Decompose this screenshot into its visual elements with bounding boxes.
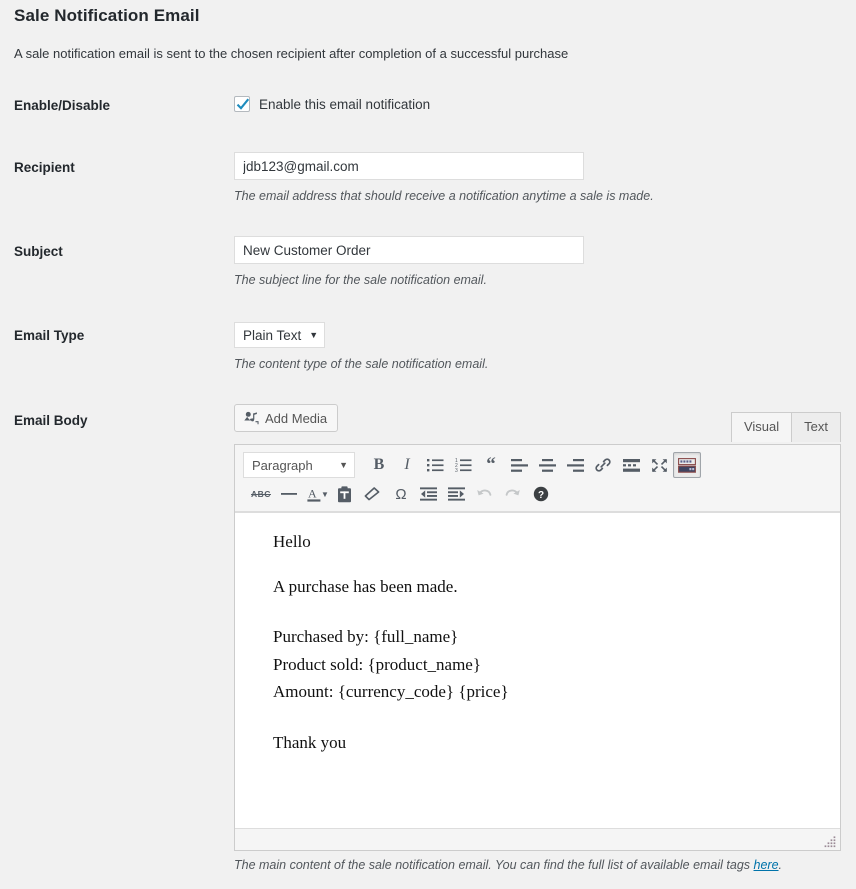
- kitchen-sink-icon: [678, 457, 696, 473]
- indent-button[interactable]: [443, 481, 471, 507]
- toolbar-row-1: Paragraph ▼ B I 1 2 3 “: [243, 451, 832, 479]
- body-paragraph: Hello: [273, 532, 311, 551]
- email-body-help: The main content of the sale notificatio…: [234, 858, 782, 872]
- read-more-icon: [622, 458, 640, 472]
- read-more-button[interactable]: [617, 452, 645, 478]
- add-media-button[interactable]: Add Media: [234, 404, 339, 432]
- kitchen-sink-button[interactable]: [673, 452, 701, 478]
- link-icon: [595, 458, 611, 472]
- resize-handle[interactable]: [824, 835, 837, 848]
- body-paragraph: A purchase has been made.: [273, 577, 458, 596]
- blockquote-icon: “: [486, 454, 496, 476]
- svg-text:?: ?: [538, 490, 544, 501]
- numbered-list-button[interactable]: 1 2 3: [449, 452, 477, 478]
- outdent-button[interactable]: [415, 481, 443, 507]
- blockquote-button[interactable]: “: [477, 452, 505, 478]
- body-paragraph: Purchased by: {full_name}: [273, 627, 459, 646]
- redo-icon: [506, 489, 521, 496]
- email-type-label: Email Type: [14, 328, 85, 343]
- format-select-value: Paragraph: [252, 457, 313, 473]
- clear-formatting-button[interactable]: [359, 481, 387, 507]
- body-paragraph: Product sold: {product_name}: [273, 654, 482, 674]
- chevron-down-icon: ▼: [309, 330, 319, 340]
- recipient-label: Recipient: [14, 160, 75, 175]
- subject-label: Subject: [14, 244, 63, 259]
- fullscreen-button[interactable]: [645, 452, 673, 478]
- special-character-icon: Ω: [395, 485, 407, 503]
- italic-button[interactable]: I: [393, 452, 421, 478]
- editor-top-row: Add Media Visual Text: [234, 404, 841, 444]
- strikethrough-button[interactable]: ABC: [247, 481, 275, 507]
- help-button[interactable]: ?: [527, 481, 555, 507]
- outdent-icon: [420, 487, 438, 501]
- paste-as-text-button[interactable]: [331, 481, 359, 507]
- bold-icon: B: [373, 456, 385, 473]
- email-body-editor: Add Media Visual Text Paragraph ▼ B I 1 …: [234, 404, 841, 851]
- recipient-input[interactable]: [234, 152, 584, 180]
- email-type-select[interactable]: Plain Text ▼: [234, 322, 326, 348]
- email-type-value: Plain Text: [243, 327, 302, 343]
- page-description: A sale notification email is sent to the…: [14, 46, 569, 61]
- undo-icon: [477, 489, 492, 496]
- align-left-button[interactable]: [505, 452, 533, 478]
- indent-icon: [448, 487, 466, 501]
- enable-notification-row[interactable]: Enable this email notification: [234, 96, 430, 112]
- editor-shell: Paragraph ▼ B I 1 2 3 “ ABC A ▼ Ω ? Hell…: [234, 444, 841, 851]
- align-right-icon: [566, 458, 584, 472]
- body-paragraph: Thank you: [273, 733, 347, 753]
- bulleted-list-button[interactable]: [421, 452, 449, 478]
- horizontal-rule-button[interactable]: [275, 481, 303, 507]
- add-media-label: Add Media: [265, 410, 328, 426]
- body-paragraph: Amount: {currency_code} {price}: [273, 682, 509, 702]
- email-body-help-suffix: .: [778, 858, 783, 872]
- text-color-caret-icon[interactable]: ▼: [321, 490, 329, 499]
- svg-text:3: 3: [455, 468, 458, 472]
- horizontal-rule-icon: [281, 493, 297, 495]
- paste-as-text-icon: [338, 485, 352, 502]
- enable-notification-label: Enable this email notification: [259, 96, 431, 112]
- clear-formatting-icon: [365, 486, 380, 500]
- tab-visual[interactable]: Visual: [730, 412, 793, 442]
- toolbar-row-2: ABC A ▼ Ω ?: [243, 481, 832, 507]
- special-character-button[interactable]: Ω: [387, 481, 415, 507]
- editor-mode-tabs: Visual Text: [730, 412, 841, 442]
- strikethrough-icon: ABC: [251, 489, 271, 499]
- recipient-help: The email address that should receive a …: [234, 189, 654, 203]
- svg-text:A: A: [308, 486, 317, 500]
- add-media-icon: [244, 411, 259, 425]
- align-center-icon: [538, 458, 556, 472]
- numbered-list-icon: 1 2 3: [455, 458, 471, 472]
- email-body-label: Email Body: [14, 413, 88, 428]
- editor-status-bar: [235, 828, 840, 850]
- email-tags-link[interactable]: here: [754, 858, 779, 872]
- align-left-icon: [510, 458, 528, 472]
- email-type-help: The content type of the sale notificatio…: [234, 357, 489, 371]
- email-body-content[interactable]: Hello A purchase has been made. Purchase…: [235, 512, 840, 828]
- align-right-button[interactable]: [561, 452, 589, 478]
- fullscreen-icon: [651, 458, 667, 472]
- chevron-down-icon: ▼: [339, 460, 348, 470]
- tab-text[interactable]: Text: [791, 412, 841, 442]
- subject-help: The subject line for the sale notificati…: [234, 273, 487, 287]
- link-button[interactable]: [589, 452, 617, 478]
- subject-input[interactable]: [234, 236, 584, 264]
- bold-button[interactable]: B: [365, 452, 393, 478]
- page-title: Sale Notification Email: [14, 6, 200, 25]
- redo-button[interactable]: [499, 481, 527, 507]
- editor-toolbar: Paragraph ▼ B I 1 2 3 “ ABC A ▼ Ω ?: [235, 445, 840, 512]
- bulleted-list-icon: [426, 459, 443, 472]
- checkmark-icon: [236, 98, 250, 110]
- italic-icon: I: [404, 456, 410, 473]
- align-center-button[interactable]: [533, 452, 561, 478]
- undo-button[interactable]: [471, 481, 499, 507]
- text-color-icon: A: [307, 486, 321, 502]
- enable-disable-label: Enable/Disable: [14, 98, 111, 113]
- email-body-help-prefix: The main content of the sale notificatio…: [234, 858, 754, 872]
- enable-notification-checkbox[interactable]: [234, 96, 250, 112]
- format-select[interactable]: Paragraph ▼: [243, 452, 355, 478]
- help-icon: ?: [533, 486, 549, 502]
